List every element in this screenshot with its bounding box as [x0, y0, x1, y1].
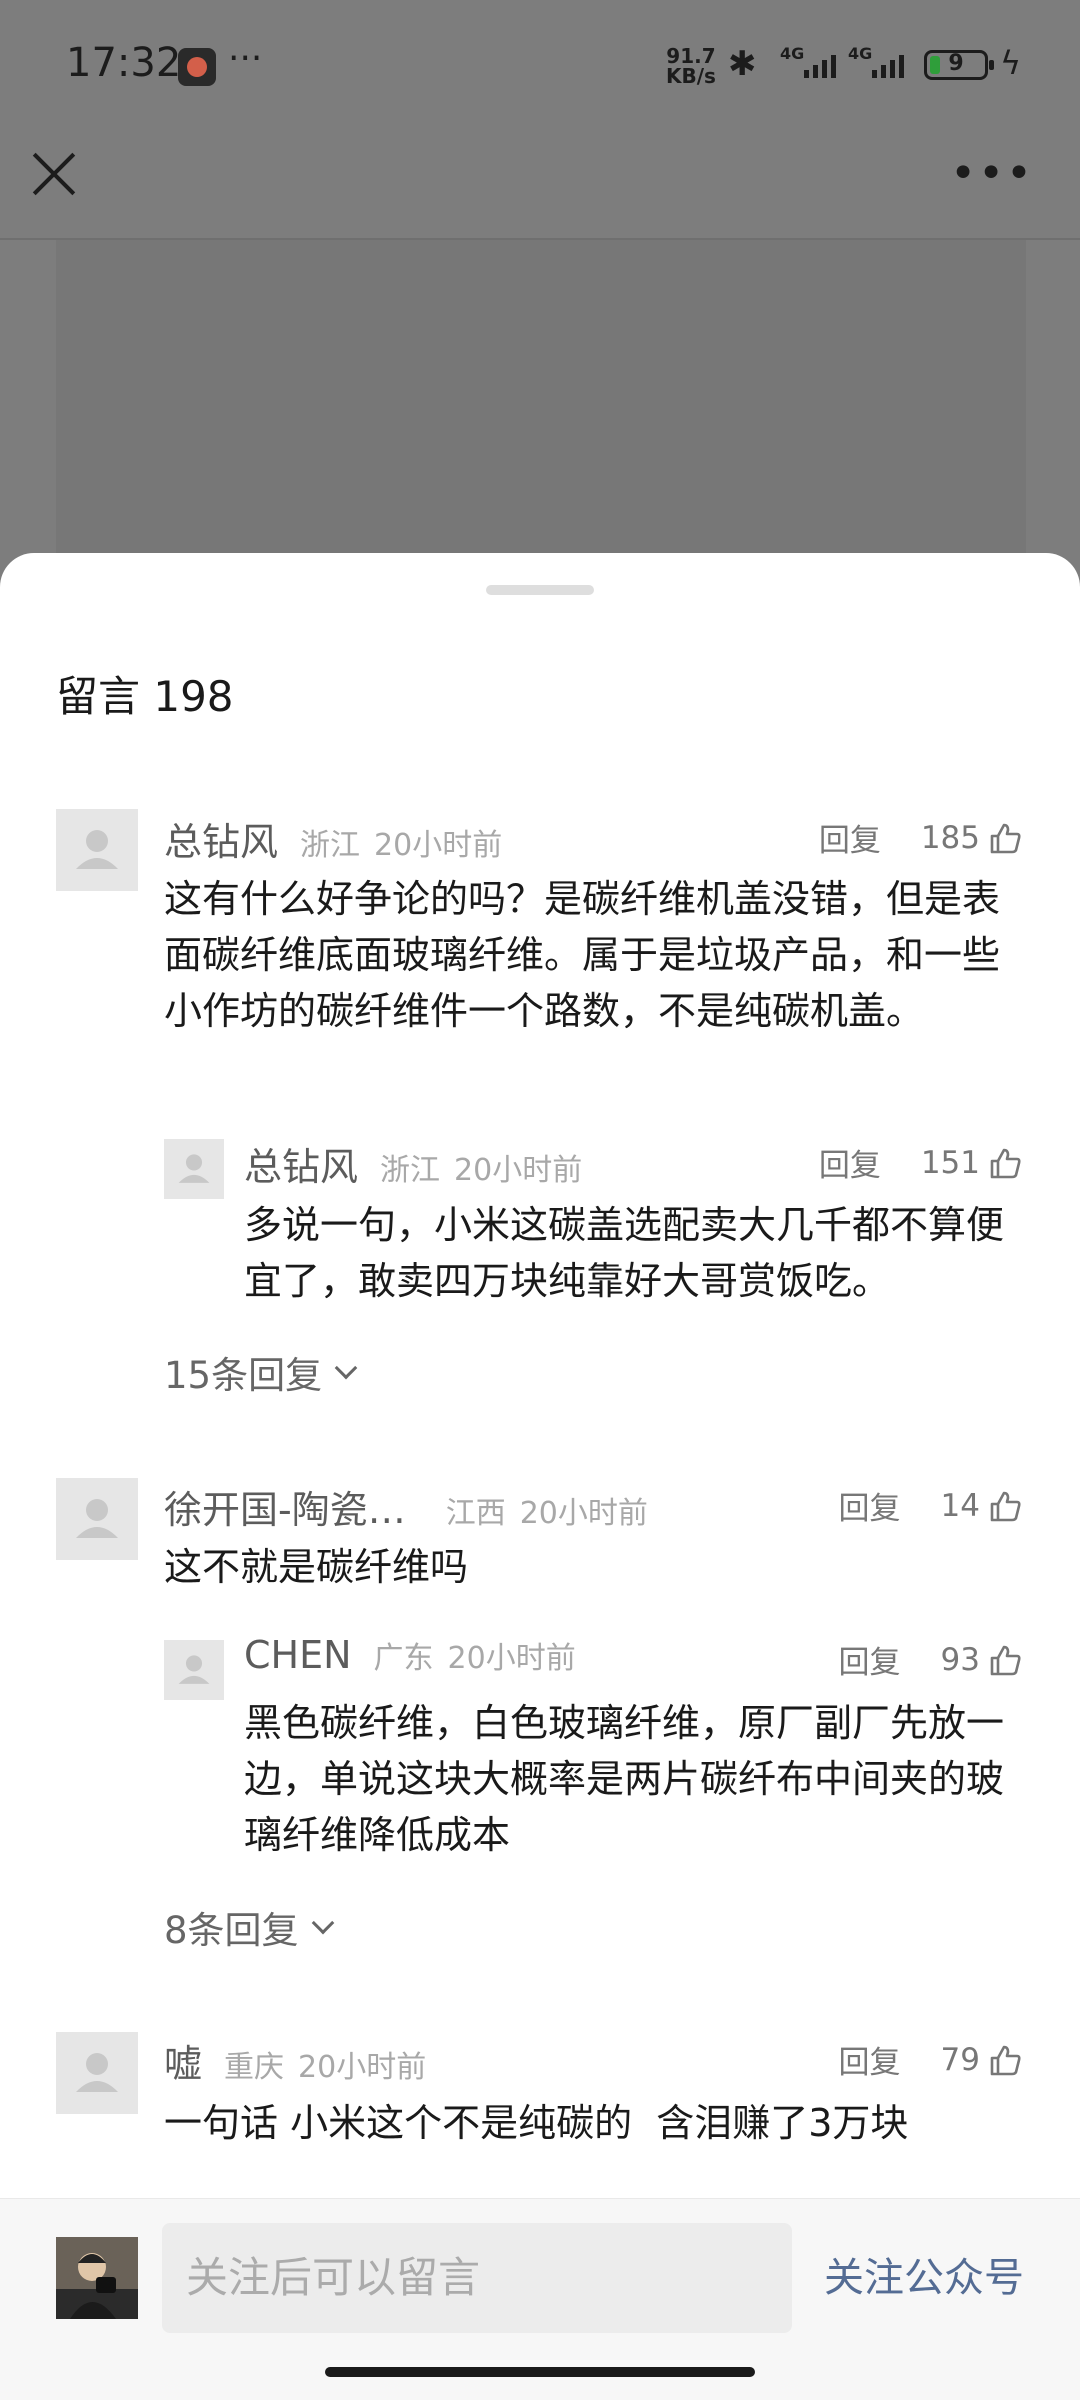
background-article [56, 240, 1026, 570]
reply-meta: 总钻风 浙江 20小时前 [244, 1136, 582, 1191]
reply-nickname[interactable]: 总钻风 [244, 1136, 358, 1191]
comment-time: 20小时前 [374, 828, 503, 863]
more-replies-label: 15条回复 [164, 1354, 323, 1397]
thumbs-up-icon [990, 1645, 1021, 1675]
reply-button[interactable]: 回复 [839, 1483, 901, 1528]
reply-button[interactable]: 回复 [839, 1637, 901, 1682]
network-speed: 91.7 KB/s [666, 46, 716, 86]
reply-button[interactable]: 回复 [839, 2037, 901, 2082]
comment-input[interactable]: 关注后可以留言 [162, 2223, 792, 2333]
more-replies-link[interactable]: 15条回复 [164, 1345, 358, 1399]
thumbs-up-icon [990, 1491, 1021, 1521]
comment-actions: 回复 185 [819, 815, 1022, 860]
reply-nickname[interactable]: CHEN [244, 1633, 352, 1677]
like-count: 14 [940, 1487, 980, 1524]
comment-nickname[interactable]: 总钻风 [164, 811, 278, 866]
like-button[interactable]: 93 [941, 1642, 1022, 1678]
comment-input-bar: 关注后可以留言 关注公众号 [0, 2198, 1080, 2400]
more-replies-label: 8条回复 [164, 1909, 299, 1952]
like-count: 93 [940, 1641, 980, 1678]
signal-1-icon: 4G [780, 44, 850, 82]
battery-level: 9 [948, 51, 964, 76]
like-count: 151 [920, 1144, 980, 1181]
follow-account-button[interactable]: 关注公众号 [824, 2223, 1024, 2333]
comment-meta: 徐开国-陶瓷… 江西 20小时前 [164, 1479, 648, 1534]
comment-meta: 嘘 重庆 20小时前 [164, 2033, 426, 2088]
like-button[interactable]: 151 [921, 1145, 1022, 1181]
reply-meta: CHEN 广东 20小时前 [244, 1633, 576, 1677]
comment-meta: 总钻风 浙江 20小时前 [164, 811, 502, 866]
avatar[interactable] [56, 1478, 138, 1560]
comment-location: 重庆 [224, 2050, 285, 2085]
comment-text: 一句话 小米这个不是纯碳的 含泪赚了3万块 [164, 2101, 909, 2145]
my-avatar[interactable] [56, 2237, 138, 2319]
status-overflow-dots: ··· [228, 38, 263, 79]
like-button[interactable]: 79 [941, 2042, 1022, 2078]
signal-2-icon: 4G [848, 44, 918, 82]
like-count: 79 [940, 2041, 980, 2078]
comment-location: 浙江 [300, 828, 361, 863]
reply-text: 多说一句，小米这碳盖选配卖大几千都不算便宜了，敢卖四万块纯靠好大哥赏饭吃。 [244, 1203, 1005, 1303]
reply-location: 广东 [373, 1641, 434, 1676]
reply-text: 黑色碳纤维，白色玻璃纤维，原厂副厂先放一边，单说这块大概率是两片碳纤布中间夹的玻… [244, 1701, 1005, 1857]
reply-location: 浙江 [380, 1153, 441, 1188]
comment-nickname[interactable]: 徐开国-陶瓷… [164, 1479, 406, 1534]
reply-button[interactable]: 回复 [819, 1140, 881, 1185]
app-notification-icon [178, 48, 216, 86]
more-icon[interactable]: ••• [950, 150, 1034, 198]
reply-actions: 回复 93 [839, 1637, 1022, 1682]
avatar[interactable] [56, 809, 138, 891]
status-bar: 17:32 ··· 91.7 KB/s ✱ 4G 4G 9 ϟ [0, 0, 1080, 130]
comment-1 [0, 553, 1080, 554]
chevron-down-icon [311, 1911, 334, 1935]
comment-text: 这不就是碳纤维吗 [164, 1545, 469, 1589]
home-indicator[interactable] [325, 2367, 755, 2377]
like-button[interactable]: 14 [941, 1488, 1022, 1524]
reply-actions: 回复 151 [819, 1140, 1022, 1185]
comment-location: 江西 [445, 1496, 506, 1531]
reply-avatar[interactable] [164, 1640, 224, 1700]
signal-2-label: 4G [848, 44, 873, 63]
chevron-down-icon [334, 1356, 358, 1380]
avatar[interactable] [56, 2032, 138, 2114]
charging-icon: ϟ [1000, 44, 1022, 82]
reply-avatar[interactable] [164, 1139, 224, 1199]
status-time: 17:32 [66, 40, 182, 86]
sheet-drag-handle[interactable] [486, 585, 594, 595]
more-replies-link[interactable]: 8条回复 [164, 1900, 334, 1954]
network-speed-value: 91.7 [666, 44, 716, 68]
comment-time: 20小时前 [519, 1496, 648, 1531]
close-icon[interactable] [30, 150, 78, 198]
thumbs-up-icon [990, 1148, 1021, 1178]
comments-title: 留言 198 [56, 672, 234, 721]
like-button[interactable]: 185 [921, 820, 1022, 856]
comment-actions: 回复 79 [839, 2037, 1022, 2082]
comment-actions: 回复 14 [839, 1483, 1022, 1528]
comment-time: 20小时前 [298, 2050, 427, 2085]
bluetooth-icon: ✱ [728, 44, 757, 84]
reply-time: 20小时前 [447, 1641, 576, 1676]
comments-sheet: 留言 198 总钻风 浙江 20小时前 回复 185 这有什么好争论的吗？是碳纤… [0, 553, 1080, 2400]
battery-icon: 9 [924, 50, 994, 80]
signal-1-label: 4G [780, 44, 805, 63]
comment-text: 这有什么好争论的吗？是碳纤维机盖没错，但是表面碳纤维底面玻璃纤维。属于是垃圾产品… [164, 877, 1001, 1033]
like-count: 185 [920, 819, 980, 856]
reply-button[interactable]: 回复 [819, 815, 881, 860]
network-speed-unit: KB/s [666, 64, 716, 88]
comment-nickname[interactable]: 嘘 [164, 2033, 202, 2088]
thumbs-up-icon [990, 823, 1021, 853]
reply-time: 20小时前 [454, 1153, 583, 1188]
thumbs-up-icon [990, 2045, 1021, 2075]
